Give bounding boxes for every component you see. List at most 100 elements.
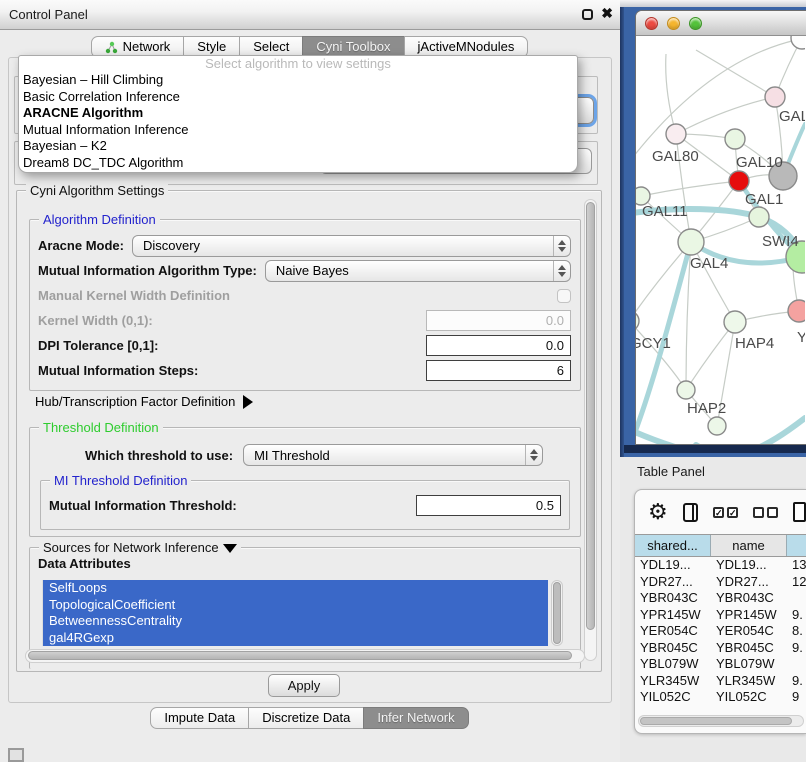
control-panel-title: Control Panel bbox=[9, 7, 88, 22]
float-window-icon[interactable] bbox=[582, 9, 593, 20]
settings-scrollbar[interactable] bbox=[584, 199, 597, 661]
dropdown-item-dream8[interactable]: Dream8 DC_TDC Algorithm bbox=[19, 155, 577, 172]
collapse-down-icon[interactable] bbox=[223, 544, 237, 553]
minimize-traffic-light-icon[interactable] bbox=[667, 17, 680, 30]
tab-discretize-data-label: Discretize Data bbox=[262, 708, 350, 728]
cell: 9 bbox=[787, 689, 806, 706]
stepper-icon bbox=[553, 236, 570, 256]
dropdown-item-basic-correlation[interactable]: Basic Correlation Inference bbox=[19, 89, 577, 106]
mi-type-select[interactable]: Naive Bayes bbox=[265, 260, 571, 282]
list-item-gal4rgexp[interactable]: gal4RGexp bbox=[43, 630, 548, 647]
tab-impute-data[interactable]: Impute Data bbox=[150, 707, 249, 729]
unchecked-box-icon bbox=[767, 507, 778, 518]
table-horizontal-scrollbar[interactable] bbox=[638, 715, 804, 727]
close-traffic-light-icon[interactable] bbox=[645, 17, 658, 30]
column-header-shared-name[interactable]: shared... bbox=[635, 535, 711, 556]
node-gal1-red[interactable] bbox=[729, 171, 749, 191]
mi-steps-label: Mutual Information Steps: bbox=[38, 363, 198, 378]
node-label-y: Y bbox=[797, 329, 805, 346]
settings-scrollbar-thumb[interactable] bbox=[586, 202, 595, 630]
table-horizontal-scrollbar-thumb[interactable] bbox=[640, 717, 792, 725]
cell: YDL19... bbox=[711, 557, 787, 574]
split-columns-icon[interactable] bbox=[683, 503, 698, 522]
dropdown-item-bayesian-hill-climbing[interactable]: Bayesian – Hill Climbing bbox=[19, 72, 577, 89]
attributes-list-scrollbar[interactable] bbox=[551, 580, 563, 646]
node-label-gal4: GAL4 bbox=[690, 255, 728, 272]
close-icon[interactable]: ✖ bbox=[601, 5, 613, 22]
sources-group-title: Sources for Network Inference bbox=[39, 540, 241, 555]
collapsed-panel-icon[interactable] bbox=[8, 748, 24, 762]
node-unlabeled-top[interactable] bbox=[791, 36, 805, 49]
node-swi4[interactable] bbox=[749, 207, 769, 227]
control-panel-titlebar: Control Panel ✖ bbox=[0, 0, 620, 30]
table-row[interactable]: YDR27...YDR27...12 bbox=[635, 574, 806, 591]
node-gal4[interactable] bbox=[678, 229, 704, 255]
node-gcy1[interactable] bbox=[636, 311, 639, 331]
zoom-traffic-light-icon[interactable] bbox=[689, 17, 702, 30]
attributes-list-scrollbar-thumb[interactable] bbox=[553, 582, 561, 644]
which-threshold-select[interactable]: MI Threshold bbox=[243, 444, 543, 466]
hide-columns-icon[interactable] bbox=[753, 507, 778, 518]
node-gal10[interactable] bbox=[725, 129, 745, 149]
node-gal-pink[interactable] bbox=[765, 87, 785, 107]
algorithm-definition-title: Algorithm Definition bbox=[39, 212, 160, 227]
cell: 8. bbox=[787, 623, 806, 640]
dpi-tolerance-input[interactable] bbox=[426, 335, 571, 356]
apply-button[interactable]: Apply bbox=[268, 674, 340, 697]
node-hap2[interactable] bbox=[677, 381, 695, 399]
aracne-mode-label: Aracne Mode: bbox=[38, 238, 124, 253]
aracne-mode-select[interactable]: Discovery bbox=[132, 235, 571, 257]
column-header-name[interactable]: name bbox=[711, 535, 787, 556]
cell: YBR045C bbox=[711, 640, 787, 657]
dropdown-item-aracne[interactable]: ARACNE Algorithm bbox=[19, 105, 577, 122]
table-row[interactable]: YIL052CYIL052C9 bbox=[635, 689, 806, 706]
table-row[interactable]: YBR045CYBR045C9. bbox=[635, 640, 806, 657]
show-columns-icon[interactable]: ✓✓ bbox=[713, 507, 738, 518]
list-item-betweennesscentrality[interactable]: BetweennessCentrality bbox=[43, 613, 548, 630]
which-threshold-label: Which threshold to use: bbox=[85, 448, 233, 463]
mi-threshold-input[interactable] bbox=[416, 495, 561, 516]
cell: YBR043C bbox=[635, 590, 711, 607]
hub-definition-label: Hub/Transcription Factor Definition bbox=[35, 394, 235, 409]
cell: YBL079W bbox=[635, 656, 711, 673]
bottom-tabbar: Impute Data Discretize Data Infer Networ… bbox=[0, 707, 620, 729]
node-hap4[interactable] bbox=[724, 311, 746, 333]
checked-box-icon: ✓ bbox=[727, 507, 738, 518]
kernel-width-input bbox=[426, 310, 571, 331]
table-row[interactable]: YDL19...YDL19...13 bbox=[635, 557, 806, 574]
document-icon[interactable] bbox=[793, 502, 806, 522]
tab-discretize-data[interactable]: Discretize Data bbox=[248, 707, 364, 729]
mi-type-value: Naive Bayes bbox=[266, 263, 349, 278]
table-row[interactable]: YLR345WYLR345W9. bbox=[635, 673, 806, 690]
dropdown-item-bayesian-k2[interactable]: Bayesian – K2 bbox=[19, 138, 577, 155]
cell: 12 bbox=[787, 574, 806, 591]
node-gal80[interactable] bbox=[666, 124, 686, 144]
table-row[interactable]: YER054CYER054C8. bbox=[635, 623, 806, 640]
tab-infer-network[interactable]: Infer Network bbox=[363, 707, 468, 729]
table-row[interactable]: YBR043CYBR043C bbox=[635, 590, 806, 607]
node-salmon[interactable] bbox=[788, 300, 805, 322]
table-toolbar: ⚙ ✓✓ bbox=[635, 490, 806, 534]
node-bottom[interactable] bbox=[708, 417, 726, 435]
aracne-mode-value: Discovery bbox=[133, 238, 200, 253]
hub-definition-expander[interactable]: Hub/Transcription Factor Definition bbox=[35, 394, 253, 409]
table-row[interactable]: YBL079WYBL079W bbox=[635, 656, 806, 673]
column-header-clipped[interactable] bbox=[787, 535, 806, 556]
node-table: shared... name YDL19...YDL19...13 YDR27.… bbox=[635, 534, 806, 706]
threshold-definition-title: Threshold Definition bbox=[39, 420, 163, 435]
mi-steps-input[interactable] bbox=[426, 360, 571, 381]
settings-horizontal-scrollbar-thumb[interactable] bbox=[28, 651, 572, 660]
dpi-tolerance-label: DPI Tolerance [0,1]: bbox=[38, 338, 158, 353]
list-item-topologicalcoefficient[interactable]: TopologicalCoefficient bbox=[43, 597, 548, 614]
node-label-swi4: SWI4 bbox=[762, 233, 799, 250]
list-item-selfloops[interactable]: SelfLoops bbox=[43, 580, 548, 597]
dropdown-item-mutual-information[interactable]: Mutual Information Inference bbox=[19, 122, 577, 139]
gear-icon[interactable]: ⚙ bbox=[648, 501, 668, 523]
right-pane: GAL GAL80 GAL10 GAL1 GAL11 SWI4 GAL4 GCY… bbox=[620, 0, 806, 762]
control-panel: Control Panel ✖ Network Style Select Cyn… bbox=[0, 0, 620, 762]
table-row[interactable]: YPR145WYPR145W9. bbox=[635, 607, 806, 624]
settings-horizontal-scrollbar[interactable] bbox=[25, 649, 585, 663]
node-label-hap4: HAP4 bbox=[735, 335, 774, 352]
network-canvas[interactable]: GAL GAL80 GAL10 GAL1 GAL11 SWI4 GAL4 GCY… bbox=[636, 36, 805, 445]
network-window: GAL GAL80 GAL10 GAL1 GAL11 SWI4 GAL4 GCY… bbox=[635, 10, 806, 445]
